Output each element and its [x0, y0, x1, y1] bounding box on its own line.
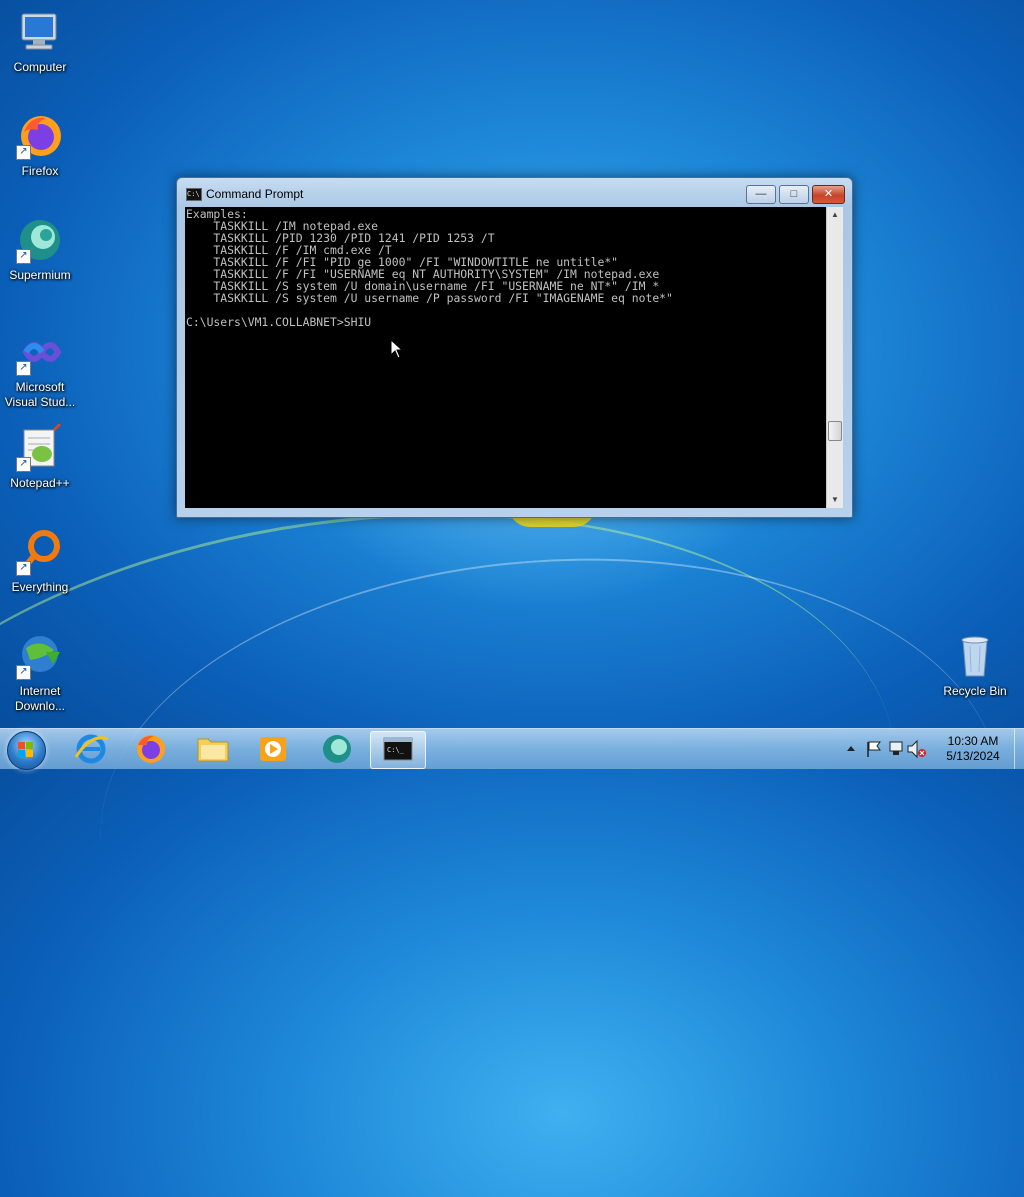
console-output[interactable]: Examples: TASKKILL /IM notepad.exe TASKK…	[185, 207, 826, 508]
supermium-icon	[323, 735, 351, 763]
desktop-icon-firefox[interactable]: ↗ Firefox	[0, 112, 80, 179]
close-button[interactable]: ✕	[812, 185, 845, 204]
notepadpp-icon: ↗	[16, 422, 64, 472]
taskbar: C:\_ 10:30 AM 5/13/2024	[0, 728, 1024, 770]
desktop-icon-label: Internet Downlo...	[14, 684, 66, 713]
desktop-icon-label: Computer	[13, 60, 67, 74]
volume-muted-icon	[907, 739, 926, 759]
taskbar-internet-explorer[interactable]	[64, 731, 118, 767]
taskbar-file-explorer[interactable]	[186, 731, 240, 767]
scroll-down-arrow-icon[interactable]: ▼	[827, 492, 843, 508]
firefox-icon: ↗	[16, 112, 64, 160]
everything-icon: ↗	[16, 528, 64, 576]
desktop-icon-internet-download-manager[interactable]: ↗ Internet Downlo...	[0, 632, 80, 714]
shortcut-arrow-icon: ↗	[16, 665, 31, 680]
vertical-scrollbar[interactable]: ▲ ▼	[826, 207, 843, 508]
internet-download-manager-icon: ↗	[16, 632, 64, 680]
start-button[interactable]	[7, 731, 46, 770]
desktop-icon-notepadpp[interactable]: ↗ Notepad++	[0, 422, 80, 491]
windows-logo-icon	[18, 742, 33, 757]
taskbar-firefox[interactable]	[124, 731, 178, 767]
command-prompt-window[interactable]: C:\ Command Prompt — □ ✕ Examples: TASKK…	[176, 177, 853, 518]
network-icon	[889, 741, 903, 755]
console-line: TASKKILL /S system /U username /P passwo…	[186, 291, 673, 305]
console-prompt-line[interactable]: C:\Users\VM1.COLLABNET>SHIU	[186, 315, 371, 329]
shortcut-arrow-icon: ↗	[16, 457, 31, 472]
action-center-flag-icon	[867, 741, 881, 757]
system-tray	[847, 739, 926, 759]
desktop-icon-everything[interactable]: ↗ Everything	[0, 528, 80, 595]
desktop-icon-supermium[interactable]: ↗ Supermium	[0, 216, 80, 283]
taskbar-supermium[interactable]	[310, 731, 364, 767]
recycle-bin-icon	[951, 632, 999, 680]
taskbar-clock[interactable]: 10:30 AM 5/13/2024	[936, 734, 1010, 764]
folder-icon	[197, 738, 229, 762]
cmd-icon: C:\	[186, 188, 202, 201]
cmd-icon: C:\_	[383, 737, 413, 761]
mouse-pointer-icon	[390, 339, 404, 359]
svg-text:C:\_: C:\_	[387, 746, 405, 754]
window-title: Command Prompt	[206, 187, 304, 201]
media-player-icon	[260, 737, 286, 761]
computer-icon	[16, 8, 64, 56]
window-titlebar[interactable]: C:\ Command Prompt — □ ✕	[177, 178, 852, 208]
clock-time: 10:30 AM	[947, 734, 999, 748]
shortcut-arrow-icon: ↗	[16, 249, 31, 264]
taskbar-media-player[interactable]	[246, 731, 300, 767]
supermium-icon: ↗	[16, 216, 64, 264]
desktop-icon-label: Recycle Bin	[943, 684, 1007, 698]
desktop-icon-label: Notepad++	[10, 476, 70, 490]
desktop-icon-label: Everything	[11, 580, 69, 594]
firefox-icon	[137, 735, 165, 763]
taskbar-command-prompt[interactable]: C:\_	[370, 731, 426, 769]
desktop-icon-label: Firefox	[21, 164, 59, 178]
scrollbar-thumb[interactable]	[828, 421, 842, 441]
shortcut-arrow-icon: ↗	[16, 561, 31, 576]
show-hidden-icons-icon	[847, 746, 855, 751]
scroll-up-arrow-icon[interactable]: ▲	[827, 207, 843, 223]
clock-date: 5/13/2024	[946, 749, 1000, 763]
minimize-button[interactable]: —	[746, 185, 776, 204]
maximize-button[interactable]: □	[779, 185, 809, 204]
desktop-icon-computer[interactable]: Computer	[0, 8, 80, 75]
internet-explorer-icon	[74, 734, 109, 764]
desktop-icon-visual-studio[interactable]: ↗ Microsoft Visual Stud...	[0, 328, 80, 410]
shortcut-arrow-icon: ↗	[16, 145, 31, 160]
desktop-icon-label: Supermium	[9, 268, 71, 282]
visual-studio-icon: ↗	[16, 328, 64, 376]
show-desktop-button[interactable]	[1014, 729, 1024, 769]
shortcut-arrow-icon: ↗	[16, 361, 31, 376]
desktop-icon-label: Microsoft Visual Stud...	[4, 380, 76, 409]
desktop-icon-recycle-bin[interactable]: Recycle Bin	[935, 632, 1015, 699]
